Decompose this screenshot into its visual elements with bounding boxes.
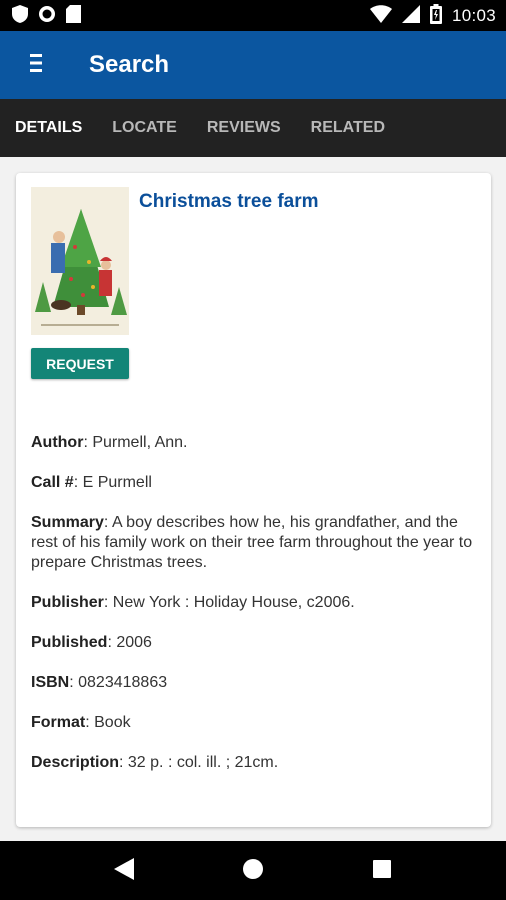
detail-value: E Purmell: [82, 474, 152, 491]
back-button[interactable]: [99, 846, 149, 896]
detail-label: Description: [31, 754, 120, 771]
detail-label: ISBN: [31, 674, 70, 691]
menu-button[interactable]: [0, 31, 72, 99]
wifi-icon: [369, 4, 392, 27]
tab-details[interactable]: DETAILS: [0, 99, 98, 157]
book-title-link[interactable]: Christmas tree farm: [139, 191, 319, 213]
detail-description: Description: 32 p. : col. ill. ; 21cm.: [31, 754, 279, 771]
detail-label: Published: [31, 634, 108, 651]
system-nav-bar: [0, 841, 506, 900]
hamburger-menu-icon: [28, 53, 44, 77]
battery-icon: [429, 3, 442, 28]
detail-call-number: Call #: E Purmell: [31, 474, 152, 491]
tab-bar: DETAILS LOCATE REVIEWS RELATED: [0, 99, 506, 157]
status-time: 10:03: [451, 5, 496, 25]
detail-value: Purmell, Ann.: [92, 434, 188, 451]
tab-reviews[interactable]: REVIEWS: [192, 99, 296, 157]
page-title: Search: [89, 51, 170, 78]
back-icon: [114, 857, 135, 884]
sd-card-icon: [66, 4, 81, 27]
detail-label: Author: [31, 434, 84, 451]
app-bar: Search: [0, 31, 506, 99]
recents-button[interactable]: [357, 846, 407, 896]
recents-icon: [372, 859, 391, 882]
detail-value: 32 p. : col. ill. ; 21cm.: [127, 754, 279, 771]
detail-isbn: ISBN: 0823418863: [31, 674, 168, 691]
book-cover-image[interactable]: [31, 187, 129, 335]
signal-icon: [401, 4, 420, 27]
status-left-icons: [12, 4, 81, 27]
home-icon: [242, 858, 264, 884]
status-right-icons: 10:03: [369, 3, 496, 28]
tab-locate[interactable]: LOCATE: [97, 99, 192, 157]
detail-label: Publisher: [31, 594, 104, 611]
detail-published: Published: 2006: [31, 634, 152, 651]
detail-value: 0823418863: [78, 674, 168, 691]
tab-related[interactable]: RELATED: [296, 99, 400, 157]
detail-value: 2006: [116, 634, 152, 651]
detail-label: Format: [31, 714, 86, 731]
shield-icon: [12, 4, 28, 27]
home-button[interactable]: [228, 846, 278, 896]
detail-format: Format: Book: [31, 714, 131, 731]
detail-label: Summary: [31, 514, 104, 531]
detail-value: Book: [94, 714, 131, 731]
record-icon: [38, 5, 56, 27]
request-button[interactable]: REQUEST: [31, 348, 129, 379]
book-details-list: Author: Purmell, Ann. Call #: E Purmell …: [31, 433, 476, 793]
book-detail-card: Christmas tree farm REQUEST Author: Purm…: [16, 173, 491, 827]
detail-label: Call #: [31, 474, 74, 491]
detail-publisher: Publisher: New York : Holiday House, c20…: [31, 594, 355, 611]
content-area: Christmas tree farm REQUEST Author: Purm…: [0, 157, 506, 841]
status-bar: 10:03: [0, 0, 506, 31]
detail-author: Author: Purmell, Ann.: [31, 434, 188, 451]
detail-value: New York : Holiday House, c2006.: [112, 594, 355, 611]
detail-summary: Summary: A boy describes how he, his gra…: [31, 514, 473, 571]
